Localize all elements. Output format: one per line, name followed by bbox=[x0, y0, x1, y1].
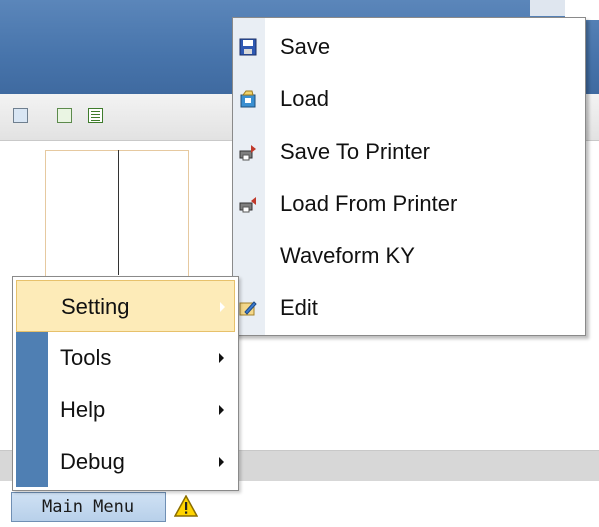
chevron-right-icon bbox=[219, 405, 224, 415]
main-menu-popup: Setting Tools Help Debug bbox=[12, 276, 239, 491]
main-menu-button[interactable]: Main Menu bbox=[11, 492, 166, 522]
toolbar-list-icon[interactable] bbox=[88, 108, 103, 123]
edit-icon bbox=[239, 301, 257, 316]
load-from-printer-icon bbox=[239, 197, 256, 213]
menu-item-load-label: Load bbox=[280, 86, 329, 111]
menu-item-debug-label: Debug bbox=[60, 449, 125, 474]
menu-item-help[interactable]: Help bbox=[16, 384, 235, 436]
load-icon bbox=[240, 90, 256, 108]
preview-frame bbox=[45, 150, 189, 278]
warning-icon[interactable] bbox=[174, 495, 198, 517]
chevron-right-icon bbox=[219, 457, 224, 467]
toolbar-refresh-icon[interactable] bbox=[57, 108, 72, 123]
toolbar-image-icon[interactable] bbox=[13, 108, 28, 123]
chevron-right-icon bbox=[219, 353, 224, 363]
menu-item-save-to-printer-label: Save To Printer bbox=[280, 139, 431, 164]
app-window: Main Menu Save Load Save To Printer Load… bbox=[0, 0, 599, 527]
menu-item-load-from-printer-label: Load From Printer bbox=[280, 191, 458, 216]
save-to-printer-icon bbox=[239, 145, 256, 161]
menu-item-load[interactable]: Load bbox=[233, 73, 585, 125]
chevron-right-icon bbox=[220, 302, 225, 312]
preview-cursor-line bbox=[118, 150, 119, 275]
menu-item-tools-label: Tools bbox=[60, 345, 112, 370]
setting-submenu: Save Load Save To Printer Load From Prin… bbox=[232, 17, 586, 336]
main-menu-button-label: Main Menu bbox=[42, 497, 135, 517]
menu-item-tools[interactable]: Tools bbox=[16, 332, 235, 384]
menu-item-save[interactable]: Save bbox=[233, 21, 585, 73]
menu-item-edit[interactable]: Edit bbox=[233, 282, 585, 334]
menu-item-setting[interactable]: Setting bbox=[16, 280, 235, 332]
save-icon bbox=[239, 38, 257, 56]
menu-item-load-from-printer[interactable]: Load From Printer bbox=[233, 178, 585, 230]
menu-item-edit-label: Edit bbox=[280, 295, 318, 320]
menu-item-setting-label: Setting bbox=[61, 294, 130, 319]
menu-item-save-label: Save bbox=[280, 34, 331, 59]
menu-item-waveform-ky-label: Waveform KY bbox=[280, 243, 415, 268]
menu-item-help-label: Help bbox=[60, 397, 106, 422]
menu-item-debug[interactable]: Debug bbox=[16, 436, 235, 488]
menu-item-waveform-ky[interactable]: Waveform KY bbox=[233, 230, 585, 282]
menu-item-save-to-printer[interactable]: Save To Printer bbox=[233, 126, 585, 178]
